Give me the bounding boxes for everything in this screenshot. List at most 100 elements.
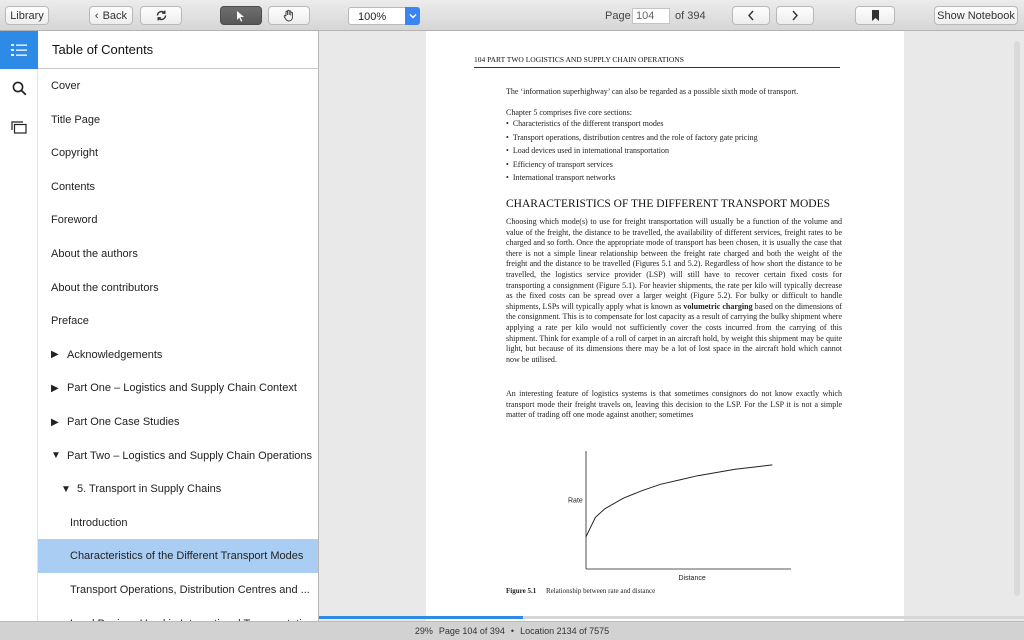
running-header: 104 PART TWO LOGISTICS AND SUPPLY CHAIN … (474, 55, 840, 68)
library-button[interactable]: Library (5, 6, 49, 25)
next-page-button[interactable] (776, 6, 814, 25)
status-percent: 29% (414, 626, 433, 636)
back-button-label: Back (102, 9, 128, 22)
sync-icon (156, 10, 166, 21)
list-item: International transport networks (506, 171, 758, 185)
toc-item[interactable]: ▼ 5. Transport in Supply Chains (38, 472, 318, 506)
toc-item[interactable]: Foreword (38, 203, 318, 237)
intro-paragraph: The ‘information superhighway’ can also … (506, 87, 799, 96)
search-icon (12, 81, 26, 95)
chevron-down-icon (405, 7, 420, 25)
table-of-contents-panel: Table of Contents Cover Title Page Copyrig… (38, 31, 319, 621)
reading-progress-bar[interactable] (319, 616, 1024, 619)
disclosure-collapsed-icon[interactable]: ▶ (51, 383, 59, 394)
bookmark-button[interactable] (855, 6, 895, 25)
toc-item[interactable]: Introduction (38, 506, 318, 540)
para1-start: Choosing which mode(s) to use for freigh… (506, 217, 842, 311)
book-page: 104 PART TWO LOGISTICS AND SUPPLY CHAIN … (426, 31, 904, 621)
toc-item[interactable]: Title Page (38, 103, 318, 137)
toc-item-label: Part Two – Logistics and Supply Chain Op… (67, 449, 312, 462)
rate-distance-chart: Rate Distance (568, 451, 791, 582)
status-page: Page 104 of 394 (438, 626, 505, 636)
toc-item[interactable]: ▼ Part Two – Logistics and Supply Chain O… (38, 439, 318, 473)
toc-item-label: Preface (51, 315, 89, 328)
hand-icon (283, 9, 293, 22)
flashcards-button[interactable] (0, 112, 38, 142)
show-notebook-label: Show Notebook (937, 9, 1015, 22)
toc-item[interactable]: Transport Operations, Distribution Centr… (38, 573, 318, 607)
toc-title: Table of Contents (38, 31, 318, 69)
series-line (585, 464, 773, 538)
status-separator: • (510, 626, 515, 636)
page-total: of 394 (675, 10, 706, 22)
figure-caption-number: Figure 5.1 (506, 587, 537, 595)
toc-item-label: 5. Transport in Supply Chains (77, 483, 222, 496)
x-axis-label: Distance (679, 575, 706, 582)
toc-item[interactable]: Copyright (38, 136, 318, 170)
zoom-select[interactable]: 100% (348, 7, 420, 25)
reading-progress-fill (319, 616, 524, 619)
toc-item[interactable]: Contents (38, 170, 318, 204)
toc-item[interactable]: About the authors (38, 237, 318, 271)
disclosure-collapsed-icon[interactable]: ▶ (51, 417, 59, 428)
toc-item-label: Copyright (51, 147, 99, 160)
figure-caption-text: Relationship between rate and distance (545, 587, 656, 595)
sidebar-rail (0, 31, 38, 621)
list-item: Load devices used in international trans… (506, 144, 758, 158)
status-location: Location 2134 of 7575 (520, 626, 610, 636)
page-number-input[interactable]: 104 (632, 8, 670, 24)
toc-item[interactable]: ▶ Part One Case Studies (38, 405, 318, 439)
toc-item-label: Title Page (51, 113, 101, 126)
body-paragraph-1: Choosing which mode(s) to use for freigh… (506, 217, 842, 365)
zoom-value: 100% (358, 11, 387, 23)
sections-list: Characteristics of the different transpo… (506, 117, 758, 185)
body-paragraph-2: An interesting feature of logistics syst… (506, 389, 842, 420)
toc-item-label: Introduction (70, 516, 128, 529)
bookmark-icon (871, 10, 879, 21)
toc-item-label: Cover (51, 80, 81, 92)
chevron-left-icon (748, 10, 754, 21)
disclosure-expanded-icon[interactable]: ▼ (51, 450, 61, 461)
status-bar: 29% Page 104 of 394 • Location 2134 of 7… (0, 621, 1024, 640)
para1-bold: volumetric charging (683, 301, 753, 311)
disclosure-collapsed-icon[interactable]: ▶ (51, 349, 59, 360)
toc-item-label: Part One Case Studies (67, 416, 180, 428)
cursor-arrow-icon (237, 10, 244, 22)
toc-item[interactable]: ▶ Part One – Logistics and Supply Chain C… (38, 371, 318, 405)
disclosure-expanded-icon[interactable]: ▼ (61, 484, 71, 495)
toc-item-label: About the authors (51, 248, 138, 260)
page-label: Page (605, 10, 631, 22)
sync-button[interactable] (140, 6, 182, 25)
search-button[interactable] (0, 73, 38, 103)
y-axis-label: Rate (568, 497, 583, 504)
toc-item[interactable]: Characteristics of the Different Transpo… (38, 539, 318, 574)
list-icon (11, 44, 27, 56)
chevron-right-icon (792, 10, 798, 21)
list-item: Characteristics of the different transpo… (506, 117, 758, 131)
toc-item-label: Foreword (51, 214, 98, 227)
select-tool-button[interactable] (220, 6, 262, 25)
para1-end: based on the dimensions of the consignme… (506, 301, 842, 364)
toc-item[interactable]: Load Devices Used in International Trans… (38, 607, 318, 621)
back-button[interactable]: ‹ Back (89, 6, 133, 25)
top-toolbar: Library ‹ Back 100% Page 104 of 394 Show… (0, 0, 1024, 31)
toc-item[interactable]: Cover (38, 69, 318, 103)
cards-icon (11, 121, 27, 134)
show-notebook-button[interactable]: Show Notebook (934, 6, 1018, 25)
section-heading: CHARACTERISTICS OF THE DIFFERENT TRANSPO… (506, 198, 831, 210)
toc-item-label: Contents (51, 180, 96, 193)
toc-item[interactable]: About the contributors (38, 271, 318, 305)
list-item: Transport operations, distribution centr… (506, 131, 758, 145)
previous-page-button[interactable] (732, 6, 770, 25)
vertical-scrollbar[interactable] (1014, 41, 1020, 596)
toc-toggle-button[interactable] (0, 31, 38, 69)
toc-item-label: About the contributors (51, 281, 159, 294)
toc-item[interactable]: ▶ Acknowledgements (38, 338, 318, 372)
toc-item-label: Acknowledgements (67, 348, 163, 361)
reader-content: 104 PART TWO LOGISTICS AND SUPPLY CHAIN … (319, 31, 1024, 621)
list-item: Efficiency of transport services (506, 158, 758, 172)
toc-item-label: Transport Operations, Distribution Centr… (70, 584, 310, 596)
toc-item[interactable]: Preface (38, 304, 318, 338)
toc-item-label: Part One – Logistics and Supply Chain Co… (67, 382, 297, 395)
hand-tool-button[interactable] (268, 6, 310, 25)
